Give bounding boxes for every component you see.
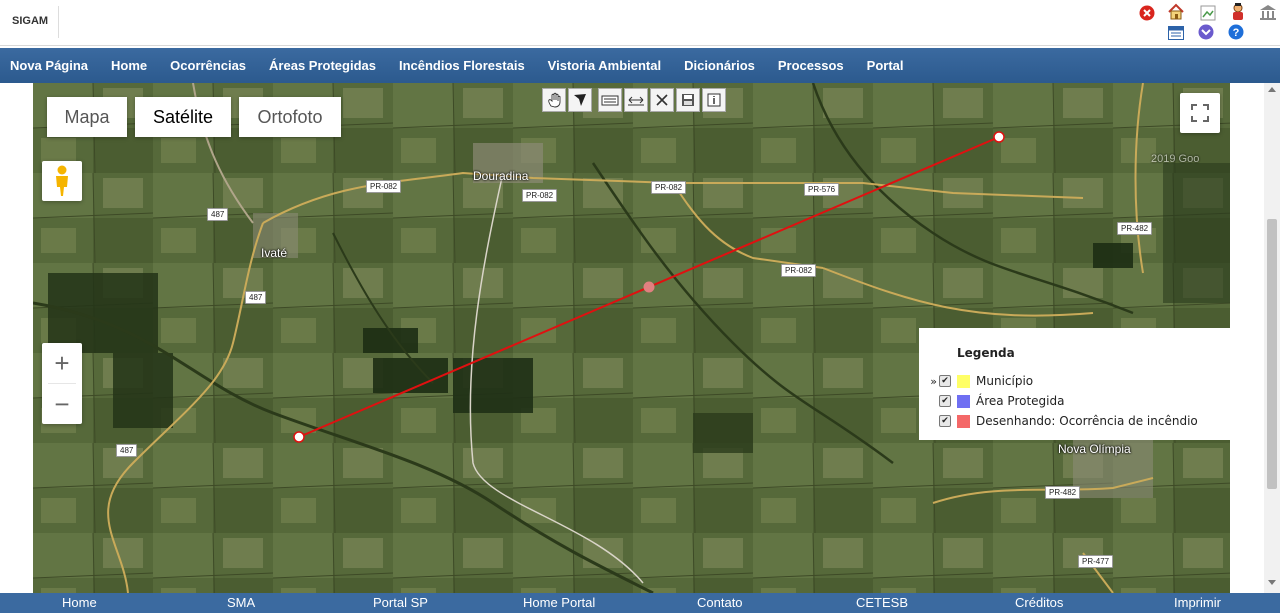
legend-swatch xyxy=(957,374,970,388)
nav-item-vistoria-ambiental[interactable]: Vistoria Ambiental xyxy=(548,58,661,73)
nav-item-nova-pagina[interactable]: Nova Página xyxy=(10,58,88,73)
legend-label: Desenhando: Ocorrência de incêndio xyxy=(976,414,1198,428)
footer-link-portal-sp[interactable]: Portal SP xyxy=(373,595,428,610)
place-label: Douradina xyxy=(473,169,529,183)
legend-item-desenhando: ✔ Desenhando: Ocorrência de incêndio xyxy=(919,412,1198,430)
content-area: Douradina Ivaté Nova Olímpia 2019 Goo PR… xyxy=(0,83,1264,593)
midpoint-handle[interactable] xyxy=(643,281,655,293)
map-canvas[interactable]: Douradina Ivaté Nova Olímpia 2019 Goo PR… xyxy=(33,83,1230,593)
chevron-down-circle-icon[interactable] xyxy=(1197,23,1215,41)
legend-checkbox[interactable]: ✔ xyxy=(939,375,951,387)
header-divider xyxy=(58,6,59,38)
legend-label: Município xyxy=(976,374,1034,388)
legend-swatch xyxy=(957,414,970,428)
legend-swatch xyxy=(957,394,970,408)
close-icon[interactable] xyxy=(1138,4,1156,22)
home-icon[interactable] xyxy=(1167,3,1185,21)
nav-item-areas-protegidas[interactable]: Áreas Protegidas xyxy=(269,58,376,73)
fullscreen-button[interactable] xyxy=(1180,93,1220,133)
footer-link-sma[interactable]: SMA xyxy=(227,595,255,610)
vertex-handle[interactable] xyxy=(993,131,1005,143)
nav-item-dicionarios[interactable]: Dicionários xyxy=(684,58,755,73)
legend-panel: Legenda » ✔ Município ✔ Área Protegida ✔… xyxy=(919,328,1230,440)
map-type-mapa[interactable]: Mapa xyxy=(47,97,127,137)
map-type-satelite[interactable]: Satélite xyxy=(135,97,231,137)
footer-link-cetesb[interactable]: CETESB xyxy=(856,595,908,610)
hand-icon[interactable] xyxy=(542,88,566,112)
nav-item-incendios-florestais[interactable]: Incêndios Florestais xyxy=(399,58,525,73)
top-header: SIGAM ? xyxy=(0,0,1280,46)
nav-item-processos[interactable]: Processos xyxy=(778,58,844,73)
expand-icon[interactable]: » xyxy=(919,375,937,388)
measure-icon[interactable] xyxy=(624,88,648,112)
legend-checkbox[interactable]: ✔ xyxy=(939,395,951,407)
fullscreen-icon xyxy=(1191,104,1209,122)
polygon-icon[interactable] xyxy=(568,88,592,112)
edit-area-icon[interactable] xyxy=(598,88,622,112)
street-view-button[interactable] xyxy=(42,161,82,201)
svg-text:?: ? xyxy=(1233,27,1240,39)
road-shield: PR-082 xyxy=(651,181,687,194)
legend-label: Área Protegida xyxy=(976,394,1065,408)
footer-link-creditos[interactable]: Créditos xyxy=(1015,595,1063,610)
map-watermark: 2019 Goo xyxy=(1151,153,1200,165)
info-icon[interactable] xyxy=(702,88,726,112)
scroll-thumb[interactable] xyxy=(1267,219,1277,489)
nav-item-portal[interactable]: Portal xyxy=(867,58,904,73)
zoom-control: + − xyxy=(42,343,82,424)
scroll-down-arrow[interactable] xyxy=(1268,580,1276,585)
map-type-ortofoto[interactable]: Ortofoto xyxy=(239,97,341,137)
legend-title: Legenda xyxy=(957,346,1015,360)
zoom-out-button[interactable]: − xyxy=(42,384,82,424)
help-icon[interactable]: ? xyxy=(1227,23,1245,41)
vertex-handle[interactable] xyxy=(293,431,305,443)
nav-item-ocorrencias[interactable]: Ocorrências xyxy=(170,58,246,73)
road-shield: PR-482 xyxy=(1045,486,1081,499)
calendar-icon[interactable] xyxy=(1167,24,1185,42)
user-icon[interactable] xyxy=(1229,3,1247,21)
road-shield: PR-082 xyxy=(522,189,558,202)
legend-checkbox[interactable]: ✔ xyxy=(939,415,951,427)
delete-icon[interactable] xyxy=(650,88,674,112)
draw-toolbar xyxy=(542,88,728,112)
legend-item-municipio: » ✔ Município xyxy=(919,372,1033,390)
save-icon[interactable] xyxy=(676,88,700,112)
bank-icon[interactable] xyxy=(1259,3,1277,21)
footer-link-contato[interactable]: Contato xyxy=(697,595,743,610)
road-shield: PR-082 xyxy=(781,264,817,277)
nav-item-home[interactable]: Home xyxy=(111,58,147,73)
road-shield: 487 xyxy=(207,208,229,221)
place-label: Ivaté xyxy=(261,246,288,260)
road-shield: PR-482 xyxy=(1117,222,1153,235)
zoom-in-button[interactable]: + xyxy=(42,343,82,383)
page-scrollbar[interactable] xyxy=(1264,83,1280,593)
road-shield: 487 xyxy=(116,444,138,457)
footer-bar: Home SMA Portal SP Home Portal Contato C… xyxy=(0,593,1280,613)
road-shield: PR-576 xyxy=(804,183,840,196)
footer-link-imprimir[interactable]: Imprimir xyxy=(1174,595,1221,610)
main-nav: Nova Página Home Ocorrências Áreas Prote… xyxy=(0,48,1280,83)
road-shield: 487 xyxy=(245,291,267,304)
scroll-up-arrow[interactable] xyxy=(1268,87,1276,92)
broken-image-icon[interactable] xyxy=(1199,4,1217,22)
pegman-icon xyxy=(56,165,68,196)
place-label: Nova Olímpia xyxy=(1058,442,1131,456)
footer-link-home-portal[interactable]: Home Portal xyxy=(523,595,595,610)
app-title: SIGAM xyxy=(12,15,49,27)
road-shield: PR-082 xyxy=(366,180,402,193)
legend-item-area-protegida: ✔ Área Protegida xyxy=(919,392,1064,410)
road-shield: PR-477 xyxy=(1078,555,1114,568)
footer-link-home[interactable]: Home xyxy=(62,595,97,610)
